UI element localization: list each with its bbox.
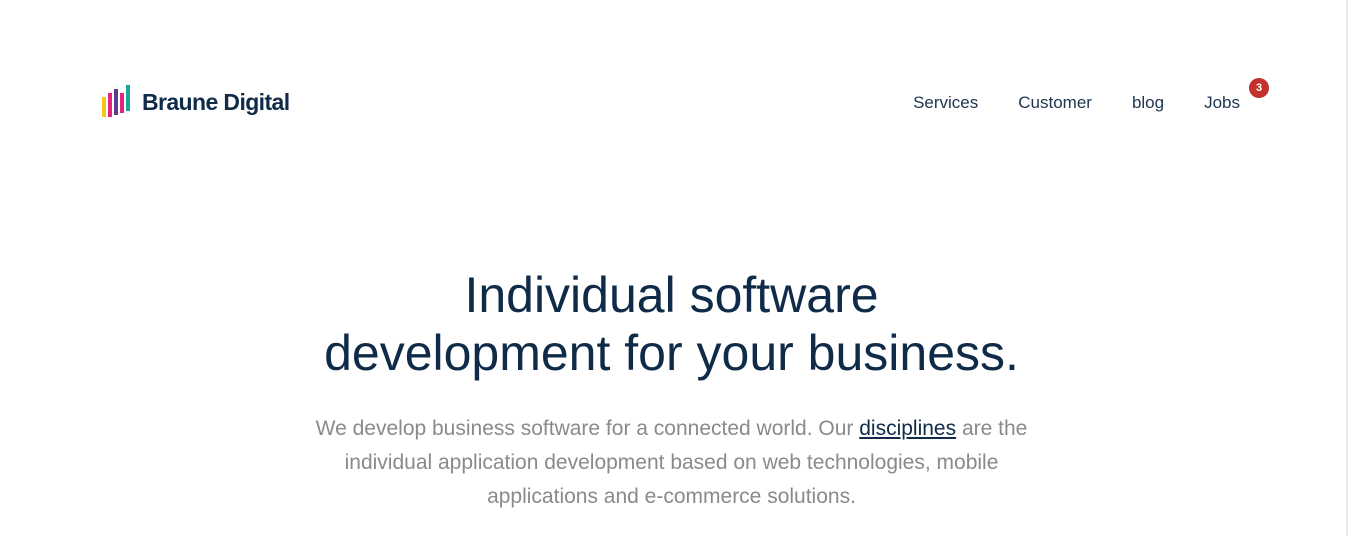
disciplines-link[interactable]: disciplines [859, 417, 956, 440]
logo-link[interactable]: Braune Digital [101, 84, 290, 120]
nav-item-services[interactable]: Services [913, 90, 978, 116]
nav-item-customer[interactable]: Customer [1018, 90, 1092, 116]
hero-subtitle: We develop business software for a conne… [292, 412, 1052, 514]
main-nav: Services Customer blog Jobs 3 [913, 78, 1269, 116]
nav-item-blog[interactable]: blog [1132, 90, 1164, 116]
hero-section: Individual software development for your… [0, 266, 1343, 514]
page: Braune Digital Services Customer blog Jo… [0, 0, 1348, 536]
nav-item-jobs-label: Jobs [1204, 93, 1240, 112]
logo-bars-icon [102, 85, 130, 117]
site-header: Braune Digital Services Customer blog Jo… [101, 78, 1269, 124]
jobs-count-badge: 3 [1249, 78, 1269, 98]
nav-item-jobs[interactable]: Jobs 3 [1204, 78, 1269, 116]
hero-title: Individual software development for your… [0, 266, 1343, 382]
hero-subtitle-before: We develop business software for a conne… [315, 417, 860, 440]
hero-title-line-1: Individual software [464, 267, 879, 323]
logo-text: Braune Digital [142, 88, 290, 115]
hero-title-line-2: development for your business. [324, 325, 1019, 381]
